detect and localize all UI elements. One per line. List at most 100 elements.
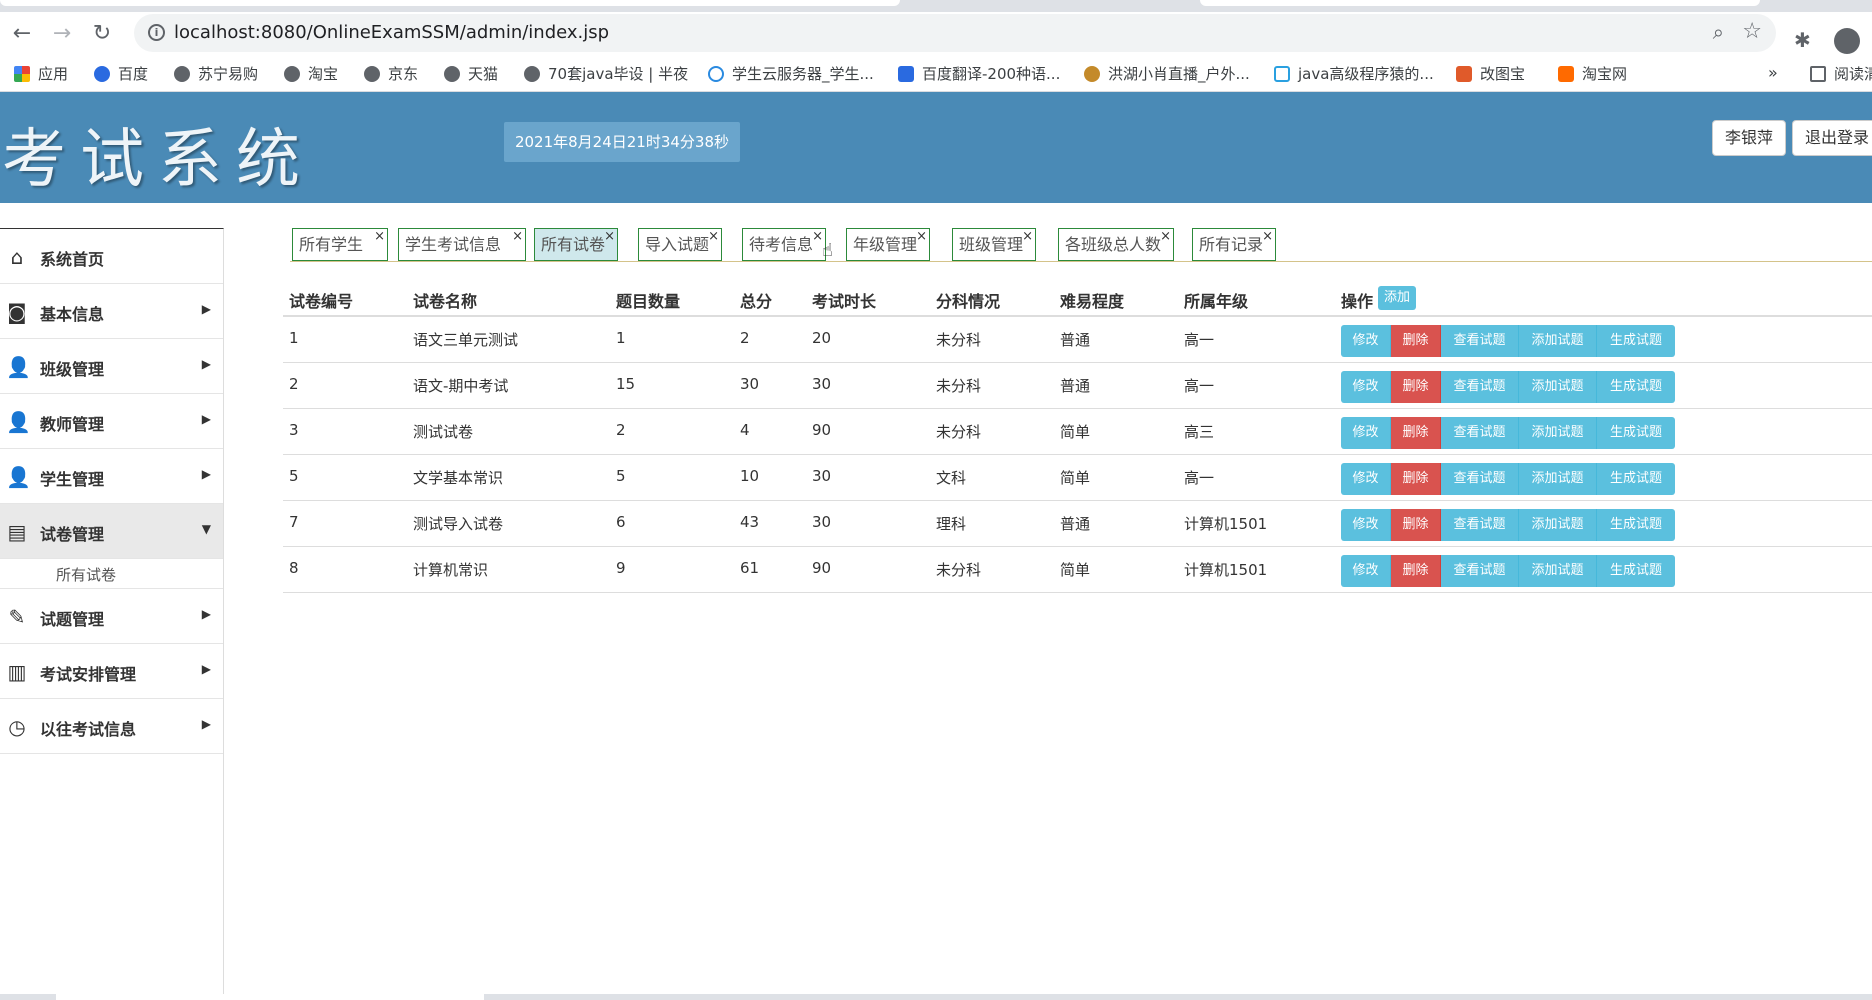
column-header: 操作 (1341, 292, 1374, 311)
delete-button[interactable]: 删除 (1391, 371, 1441, 403)
delete-button[interactable]: 删除 (1391, 325, 1441, 357)
scrollbar-thumb[interactable] (56, 994, 484, 1000)
generate-questions-button[interactable]: 生成试题 (1597, 463, 1675, 495)
close-icon[interactable]: × (1022, 221, 1033, 252)
logout-button[interactable]: 退出登录 (1792, 120, 1872, 156)
browser-tab[interactable] (1200, 0, 1760, 6)
table-row: 3 测试试卷 2 4 90 未分科 简单 高三 修改 删除 查看试题 添加试题 生成试题 (283, 409, 1872, 455)
bookmark-baidu[interactable]: 百度 (94, 63, 148, 84)
view-questions-button[interactable]: 查看试题 (1441, 371, 1519, 403)
view-questions-button[interactable]: 查看试题 (1441, 509, 1519, 541)
view-questions-button[interactable]: 查看试题 (1441, 417, 1519, 449)
close-icon[interactable]: × (1262, 221, 1273, 252)
bookmark-live[interactable]: 洪湖小肖直播_户外... (1084, 63, 1250, 84)
delete-button[interactable]: 删除 (1391, 417, 1441, 449)
user-name-button[interactable]: 李银萍 (1712, 120, 1787, 156)
add-questions-button[interactable]: 添加试题 (1519, 371, 1597, 403)
view-questions-button[interactable]: 查看试题 (1441, 463, 1519, 495)
bookmark-star-icon[interactable]: ☆ (1742, 19, 1762, 44)
bookmarks-more-icon[interactable]: » (1768, 63, 1778, 82)
tab-all-records[interactable]: 所有记录 × (1192, 228, 1276, 261)
delete-button[interactable]: 删除 (1391, 463, 1441, 495)
globe-icon (524, 66, 540, 82)
tab-student-exam-info[interactable]: 学生考试信息 × (398, 228, 526, 261)
add-questions-button[interactable]: 添加试题 (1519, 417, 1597, 449)
sidebar-item-class-management[interactable]: 👤 班级管理 ▶ (0, 339, 223, 394)
add-questions-button[interactable]: 添加试题 (1519, 555, 1597, 587)
delete-button[interactable]: 删除 (1391, 555, 1441, 587)
tab-class-totals[interactable]: 各班级总人数 × (1058, 228, 1174, 261)
zoom-icon[interactable]: ⌕ (1713, 20, 1724, 44)
bookmark-tmall[interactable]: 天猫 (444, 63, 498, 84)
omnibox[interactable]: i localhost:8080/OnlineExamSSM/admin/ind… (134, 14, 1776, 52)
close-icon[interactable]: × (512, 221, 523, 252)
bookmark-jd[interactable]: 京东 (364, 63, 418, 84)
profile-avatar[interactable] (1834, 28, 1860, 54)
close-icon[interactable]: × (374, 221, 385, 252)
table-cell: 简单 (1060, 561, 1091, 579)
reload-icon[interactable]: ↻ (86, 18, 118, 50)
edit-button[interactable]: 修改 (1341, 417, 1391, 449)
edit-button[interactable]: 修改 (1341, 371, 1391, 403)
bookmark-bilibili[interactable]: java高级程序猿的... (1274, 63, 1434, 84)
tab-all-students[interactable]: 所有学生 × (292, 228, 388, 261)
close-icon[interactable]: × (916, 221, 927, 252)
add-paper-button[interactable]: 添加 (1378, 286, 1417, 310)
generate-questions-button[interactable]: 生成试题 (1597, 325, 1675, 357)
extensions-icon[interactable]: ✱ (1794, 28, 1811, 52)
close-icon[interactable]: × (708, 221, 719, 252)
sidebar-item-exam-schedule[interactable]: ▥ 考试安排管理 ▶ (0, 644, 223, 699)
add-questions-button[interactable]: 添加试题 (1519, 509, 1597, 541)
forward-icon[interactable]: → (46, 18, 78, 50)
table-cell: 30 (740, 375, 760, 393)
bookmark-taobao-net[interactable]: 淘宝网 (1558, 63, 1627, 84)
sidebar-item-home[interactable]: ⌂ 系统首页 (0, 229, 223, 284)
datetime-display: 2021年8月24日21时34分38秒 (504, 122, 740, 162)
bookmark-baidu-translate[interactable]: 百度翻译-200种语... (898, 63, 1060, 84)
bookmark-java-projects[interactable]: 70套java毕设 | 半夜 (524, 63, 688, 84)
sidebar-item-question-management[interactable]: ✎ 试题管理 ▶ (0, 589, 223, 644)
edit-button[interactable]: 修改 (1341, 509, 1391, 541)
sidebar-item-past-exams[interactable]: ◷ 以往考试信息 ▶ (0, 699, 223, 754)
generate-questions-button[interactable]: 生成试题 (1597, 509, 1675, 541)
table-cell: 9 (616, 559, 626, 577)
sidebar-item-teacher-management[interactable]: 👤 教师管理 ▶ (0, 394, 223, 449)
bookmark-suning[interactable]: 苏宁易购 (174, 63, 258, 84)
close-icon[interactable]: × (604, 221, 615, 252)
delete-button[interactable]: 删除 (1391, 509, 1441, 541)
tab-class-management[interactable]: 班级管理 × (952, 228, 1036, 261)
tab-grade-management[interactable]: 年级管理 × (846, 228, 930, 261)
sidebar-item-paper-management[interactable]: ▤ 试卷管理 ▼ (0, 504, 223, 559)
tab-import-questions[interactable]: 导入试题 × (638, 228, 722, 261)
browser-tabstrip (0, 0, 1872, 12)
reading-list[interactable]: 阅读清单 (1810, 63, 1872, 84)
add-questions-button[interactable]: 添加试题 (1519, 463, 1597, 495)
tab-pending-exams[interactable]: 待考信息 × (742, 228, 826, 261)
tab-all-papers[interactable]: 所有试卷 × (534, 228, 618, 261)
close-icon[interactable]: × (1160, 221, 1171, 252)
sidebar-item-student-management[interactable]: 👤 学生管理 ▶ (0, 449, 223, 504)
globe-icon (364, 66, 380, 82)
url-text[interactable]: localhost:8080/OnlineExamSSM/admin/index… (174, 22, 609, 43)
bookmark-gaitubao[interactable]: 改图宝 (1456, 63, 1525, 84)
bookmark-taobao[interactable]: 淘宝 (284, 63, 338, 84)
back-icon[interactable]: ← (6, 18, 38, 50)
table-cell: 语文三单元测试 (413, 331, 519, 349)
edit-button[interactable]: 修改 (1341, 463, 1391, 495)
horizontal-scrollbar[interactable] (0, 994, 1872, 1000)
generate-questions-button[interactable]: 生成试题 (1597, 417, 1675, 449)
view-questions-button[interactable]: 查看试题 (1441, 555, 1519, 587)
table-cell: 文科 (936, 469, 967, 487)
sidebar-subitem-all-papers[interactable]: 所有试卷 (0, 559, 223, 589)
edit-button[interactable]: 修改 (1341, 555, 1391, 587)
sidebar-item-basic-info[interactable]: ◙ 基本信息 ▶ (0, 284, 223, 339)
edit-button[interactable]: 修改 (1341, 325, 1391, 357)
generate-questions-button[interactable]: 生成试题 (1597, 371, 1675, 403)
browser-tab[interactable] (0, 0, 900, 6)
view-questions-button[interactable]: 查看试题 (1441, 325, 1519, 357)
bookmark-apps[interactable]: 应用 (14, 63, 68, 84)
add-questions-button[interactable]: 添加试题 (1519, 325, 1597, 357)
site-info-icon[interactable]: i (148, 24, 165, 41)
generate-questions-button[interactable]: 生成试题 (1597, 555, 1675, 587)
bookmark-student-cloud[interactable]: 学生云服务器_学生... (708, 63, 874, 84)
